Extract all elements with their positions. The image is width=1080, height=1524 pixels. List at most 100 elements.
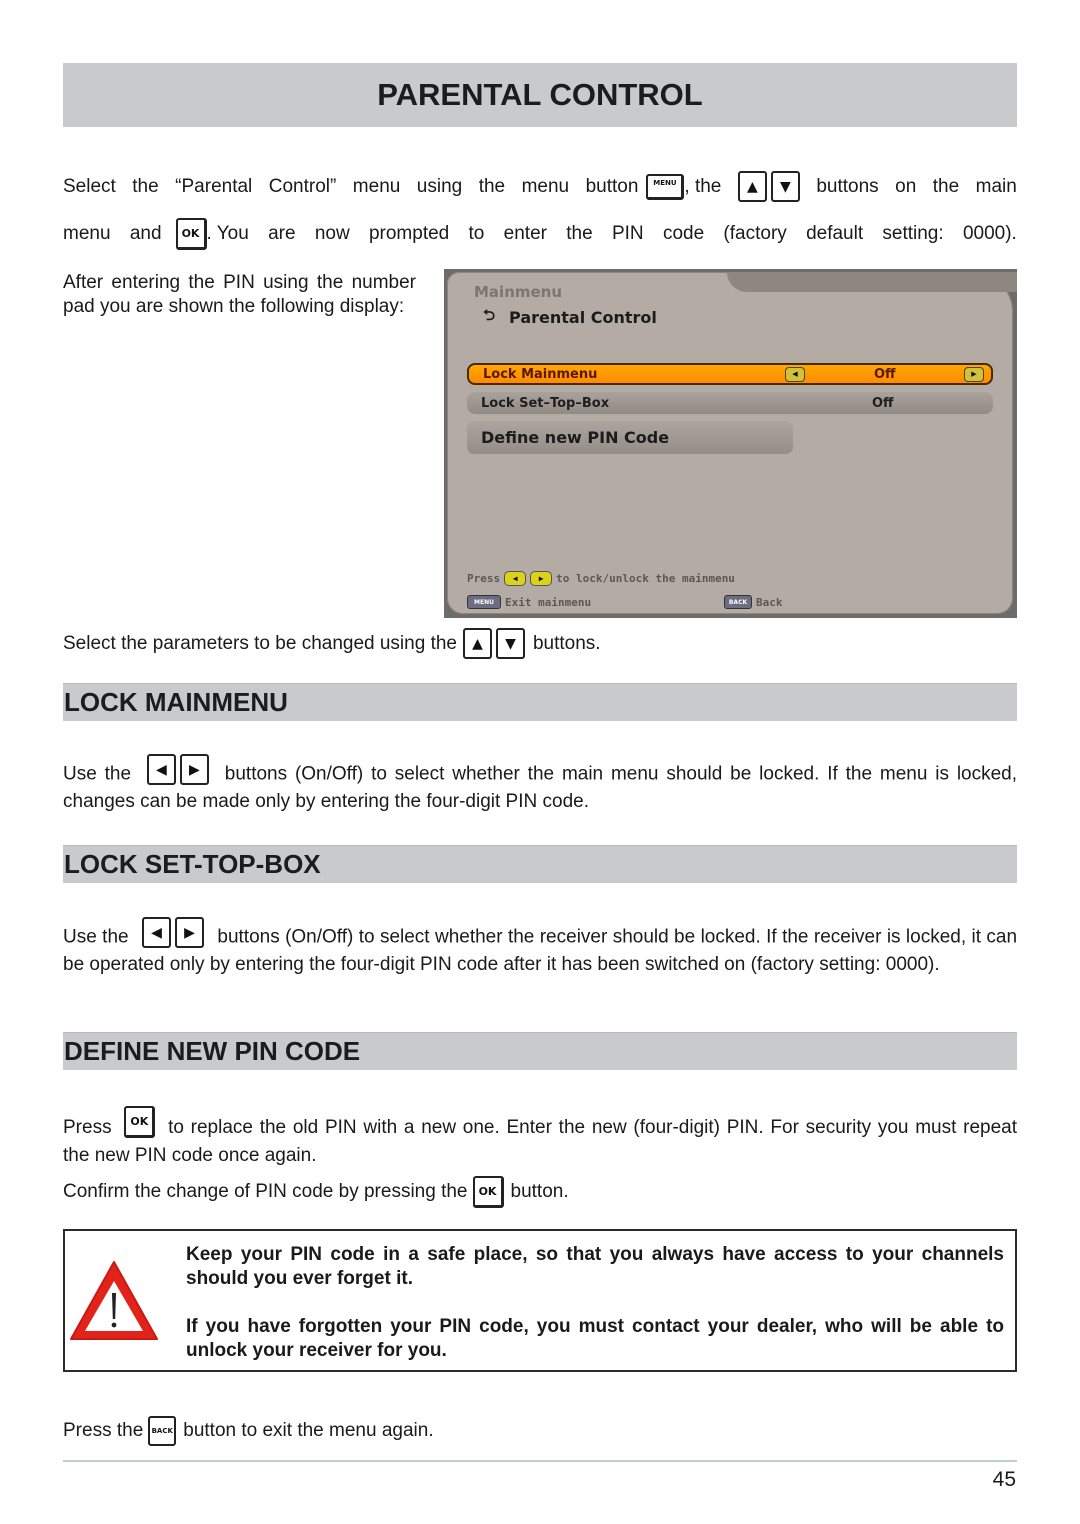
- text: Press: [63, 1117, 112, 1139]
- footer-divider: [63, 1460, 1017, 1462]
- word: prompted: [368, 223, 450, 244]
- text: Use the: [63, 926, 129, 948]
- exit-note-line: Press the BACK button to exit the menu a…: [63, 1416, 434, 1446]
- ok-key-icon: OK: [124, 1106, 156, 1138]
- up-down-keys: ▲ ▼: [462, 628, 525, 659]
- word: menu: [63, 223, 111, 244]
- menu-key-icon: MENU: [467, 595, 501, 609]
- ok-key-icon: OK: [175, 218, 207, 250]
- word: main: [975, 175, 1017, 197]
- word: using: [416, 175, 463, 197]
- text: Select the parameters to be changed usin…: [63, 632, 457, 654]
- tv-menu-panel: Mainmenu ⮌ Parental Control Lock Mainmen…: [447, 272, 1017, 614]
- tv-hint-back: BACK Back: [724, 595, 783, 609]
- section-heading: LOCK SET-TOP-BOX: [64, 849, 321, 879]
- tv-title-text: Parental Control: [509, 308, 657, 327]
- lock-mainmenu-paragraph: Use the ◀ ▶ buttons (On/Off) to select w…: [63, 754, 1017, 814]
- word: the: [478, 175, 506, 197]
- text: Press the: [63, 1420, 144, 1441]
- confirm-pin-line: Confirm the change of PIN code by pressi…: [63, 1176, 569, 1208]
- row-value: Off: [874, 366, 896, 382]
- word: Control”: [268, 175, 337, 197]
- word: buttons: [816, 175, 879, 197]
- word: default: [806, 223, 864, 244]
- word: setting:: [882, 223, 944, 244]
- tv-tab-decoration: [727, 272, 1017, 292]
- word: on: [895, 175, 917, 197]
- word: to: [468, 223, 485, 244]
- row-label: Lock Set–Top–Box: [481, 395, 610, 411]
- page-number: 45: [992, 1468, 1016, 1491]
- word: Select: [63, 175, 116, 197]
- tv-row-lock-mainmenu[interactable]: Lock Mainmenu ◀ Off ▶: [467, 363, 993, 385]
- left-right-keys: ◀ ▶: [141, 917, 204, 948]
- section-header-lock-set-top-box: LOCK SET-TOP-BOX: [63, 845, 1017, 883]
- text: buttons.: [532, 632, 601, 654]
- back-key-icon: BACK: [724, 595, 752, 609]
- row-value: Off: [872, 395, 894, 411]
- right-arrow-key-icon: ▶: [174, 917, 204, 948]
- right-arrow-key-icon: ▶: [179, 754, 209, 785]
- ok-key-icon: OK: [472, 1176, 504, 1208]
- after-pin-paragraph: After entering the PIN using the number …: [63, 272, 416, 317]
- word: are: [268, 223, 296, 244]
- text: Use the: [63, 763, 132, 785]
- left-right-keys: ◀ ▶: [146, 754, 209, 785]
- word: , the: [684, 175, 722, 197]
- text: button.: [510, 1181, 569, 1202]
- word: and: [129, 223, 162, 244]
- warning-text-1: Keep your PIN code in a safe place, so t…: [186, 1244, 1004, 1289]
- define-pin-paragraph: Press OK to replace the old PIN with a n…: [63, 1106, 1018, 1168]
- word: (factory: [723, 223, 787, 244]
- text: Confirm the change of PIN code by pressi…: [63, 1181, 468, 1202]
- tv-row-lock-set-top-box[interactable]: Lock Set–Top–Box Off: [467, 392, 993, 414]
- section-header-lock-mainmenu: LOCK MAINMENU: [63, 683, 1017, 721]
- hint-text: Back: [756, 595, 783, 609]
- left-arrow-key-icon: ◀: [146, 754, 176, 785]
- yellow-right-key-icon: ▶: [530, 571, 553, 586]
- warning-triangle-icon: [70, 1261, 158, 1340]
- tv-define-pin-button[interactable]: Define new PIN Code: [467, 421, 793, 454]
- hint-text: Press: [467, 572, 501, 585]
- text: to replace the old PIN with a new one. E…: [63, 1117, 1018, 1166]
- word: menu: [352, 175, 401, 197]
- menu-key-icon: MENU: [646, 173, 685, 200]
- hint-text: to lock/unlock the mainmenu: [556, 572, 735, 585]
- section-heading: DEFINE NEW PIN CODE: [64, 1036, 361, 1066]
- word: menu: [521, 175, 570, 197]
- intro-line-1: Select the “Parental Control” menu using…: [63, 171, 1017, 202]
- hint-text: Exit mainmenu: [505, 595, 592, 609]
- word: the: [132, 175, 159, 197]
- yellow-left-key-icon: ◀: [504, 571, 527, 586]
- down-arrow-key-icon: ▼: [495, 628, 525, 659]
- back-key-icon: BACK: [148, 1416, 177, 1446]
- word: the: [932, 175, 960, 197]
- down-arrow-key-icon: ▼: [770, 171, 800, 202]
- word: enter: [503, 223, 547, 244]
- section-heading: LOCK MAINMENU: [64, 687, 288, 717]
- right-arrow-icon[interactable]: ▶: [964, 366, 984, 382]
- up-down-keys: ▲ ▼: [737, 171, 800, 202]
- word: code: [662, 223, 705, 244]
- page-title-bar: PARENTAL CONTROL: [63, 63, 1017, 127]
- word: now: [314, 223, 350, 244]
- word: button: [585, 175, 639, 197]
- tv-breadcrumb: Mainmenu: [474, 283, 563, 301]
- left-arrow-key-icon: ◀: [141, 917, 171, 948]
- row-label: Lock Mainmenu: [483, 366, 598, 382]
- page-title: PARENTAL CONTROL: [377, 77, 703, 112]
- word: “Parental: [175, 175, 253, 197]
- tv-menu-title: ⮌ Parental Control: [483, 305, 657, 330]
- up-arrow-key-icon: ▲: [462, 628, 492, 659]
- text: button to exit the menu again.: [183, 1420, 434, 1441]
- word: PIN: [611, 223, 644, 244]
- word: 0000).: [962, 223, 1017, 244]
- return-arrow-icon: ⮌: [483, 306, 496, 324]
- word: . You: [206, 223, 249, 244]
- tv-screenshot: Mainmenu ⮌ Parental Control Lock Mainmen…: [444, 269, 1017, 618]
- warning-text-2: If you have forgotten your PIN code, you…: [186, 1316, 1004, 1361]
- section-header-define-new-pin: DEFINE NEW PIN CODE: [63, 1032, 1017, 1070]
- tv-hint-lock: Press ◀ ▶ to lock/unlock the mainmenu: [467, 571, 735, 586]
- select-params-line: Select the parameters to be changed usin…: [63, 628, 601, 659]
- left-arrow-icon[interactable]: ◀: [785, 366, 805, 382]
